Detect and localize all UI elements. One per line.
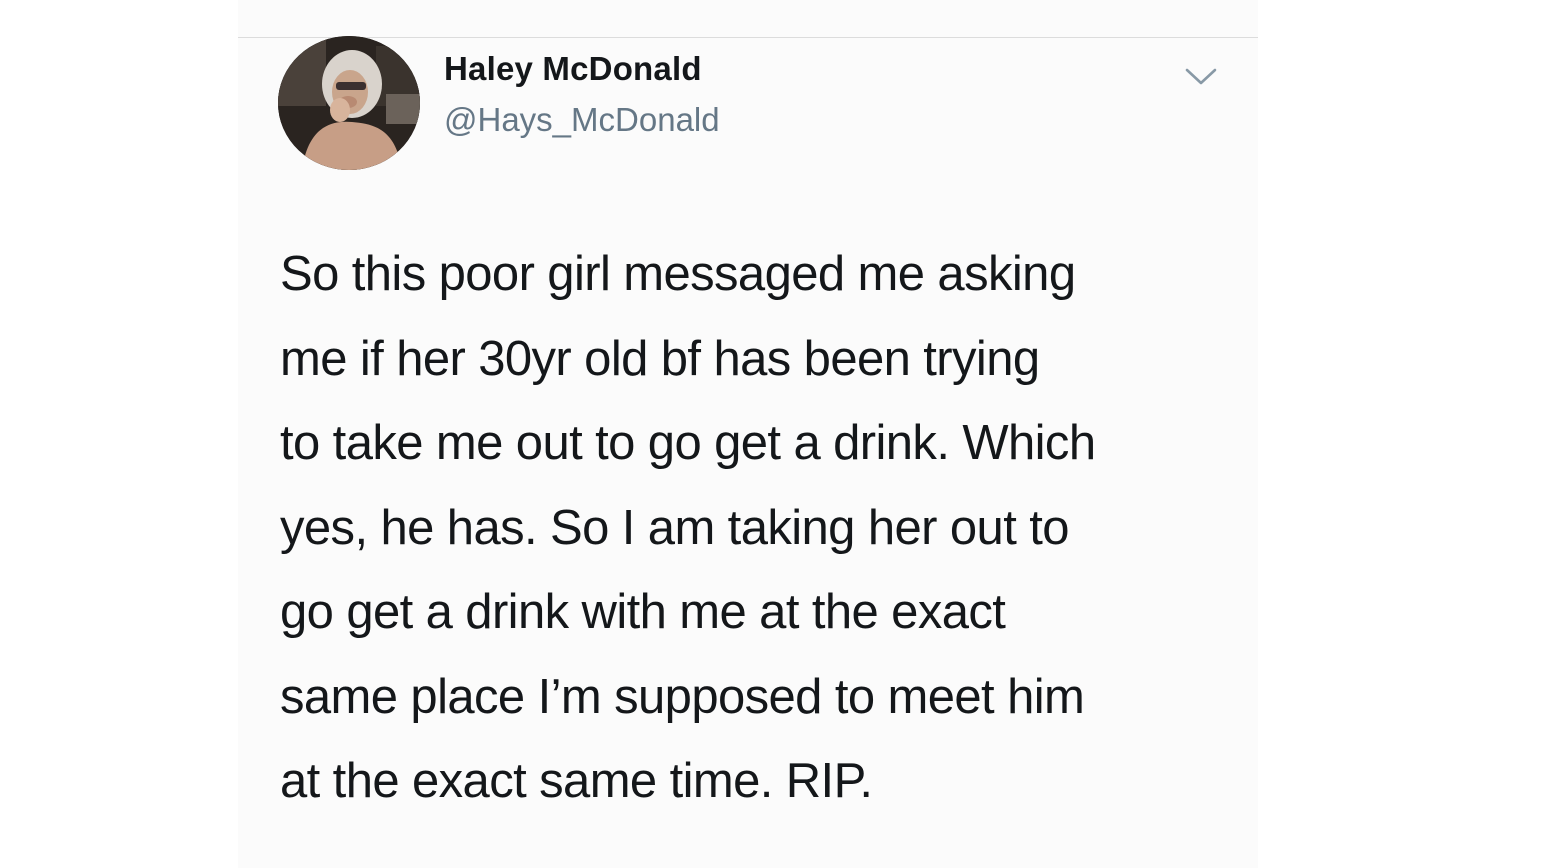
tweet-text-line: same place I’m supposed to meet him [280, 669, 1085, 724]
top-divider [238, 37, 1258, 38]
tweet-text: So this poor girl messaged me asking me … [280, 232, 1240, 824]
tweet-card: Haley McDonald @Hays_McDonald So this po… [238, 0, 1258, 868]
avatar-photo [278, 36, 420, 170]
chevron-down-icon[interactable] [1184, 66, 1218, 88]
tweet-text-line: go get a drink with me at the exact [280, 585, 1006, 639]
tweet-text-line: to take me out to go get a drink. Which [280, 416, 1096, 470]
tweet-text-line: me if her 30yr old bf has been trying [280, 331, 1040, 386]
tweet-text-line: So this poor girl messaged me asking [280, 247, 1076, 301]
tweet-text-line: at the exact same time. RIP. [280, 754, 873, 808]
screenshot-page: Haley McDonald @Hays_McDonald So this po… [0, 0, 1542, 868]
author-handle[interactable]: @Hays_McDonald [444, 101, 720, 139]
avatar[interactable] [278, 36, 420, 170]
author-display-name[interactable]: Haley McDonald [444, 50, 702, 88]
tweet-text-line: yes, he has. So I am taking her out to [280, 500, 1069, 555]
